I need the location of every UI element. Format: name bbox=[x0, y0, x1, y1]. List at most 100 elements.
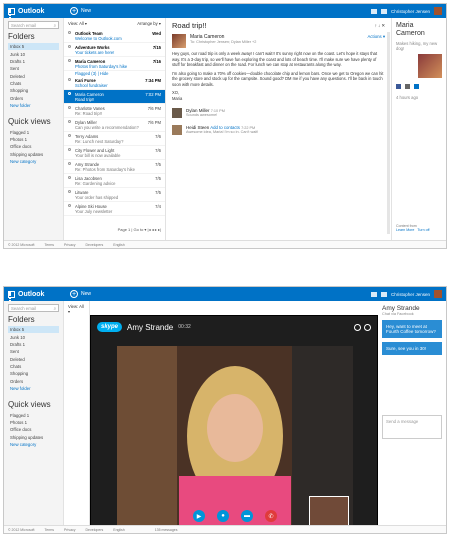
select-radio[interactable] bbox=[68, 106, 71, 109]
user-name[interactable]: Christopher Jensen bbox=[391, 9, 430, 14]
learn-more-link[interactable]: Learn More bbox=[396, 228, 414, 232]
list-item[interactable]: Maria Cameron 7/16 Photos from Saturday's … bbox=[64, 57, 165, 71]
list-item[interactable]: Lisa Jacobsen 7/5 Re: Gardening advice bbox=[64, 174, 165, 188]
folder-drafts[interactable]: Drafts 1 bbox=[8, 341, 59, 348]
new-button[interactable]: + New bbox=[70, 290, 91, 298]
like-icon[interactable] bbox=[405, 84, 410, 90]
quick-flagged[interactable]: Flagged 1 bbox=[8, 128, 59, 135]
messaging-icon[interactable] bbox=[370, 291, 377, 297]
end-call-icon[interactable]: ✆ bbox=[265, 510, 277, 522]
folder-orders[interactable]: Orders bbox=[8, 378, 59, 385]
user-name[interactable]: Christopher Jensen bbox=[391, 292, 430, 297]
select-radio[interactable] bbox=[68, 162, 71, 165]
mic-icon[interactable]: ● bbox=[217, 510, 229, 522]
list-item[interactable]: Adventure Works 7/15 Your tickets are here… bbox=[64, 43, 165, 57]
folder-junk[interactable]: Junk 10 bbox=[8, 333, 59, 340]
select-radio[interactable] bbox=[68, 59, 71, 62]
quick-flagged[interactable]: Flagged 1 bbox=[8, 411, 59, 418]
quick-office-docs[interactable]: Office docs bbox=[8, 143, 59, 150]
outlook-logo[interactable]: Outlook bbox=[4, 290, 64, 302]
list-item[interactable]: Terry Adams 7/6 Re: Lunch next Saturday? bbox=[64, 132, 165, 146]
folder-sent[interactable]: Sent bbox=[8, 65, 59, 72]
contact-photo[interactable] bbox=[418, 54, 442, 79]
folder-drafts[interactable]: Drafts 1 bbox=[8, 58, 59, 65]
search-icon[interactable]: ⌕ bbox=[54, 306, 56, 311]
quick-photos[interactable]: Photos 1 bbox=[8, 136, 59, 143]
reading-scrollbar[interactable] bbox=[387, 32, 390, 234]
new-category-link[interactable]: New category bbox=[8, 441, 59, 448]
select-radio[interactable] bbox=[68, 134, 71, 137]
chat-contact-name[interactable]: Amy Strande bbox=[382, 305, 442, 312]
list-item[interactable]: Charlotte Vanes 7/6 PM Re: Road trip!! bbox=[64, 104, 165, 118]
new-folder-link[interactable]: New folder bbox=[8, 102, 59, 109]
select-radio[interactable] bbox=[68, 45, 71, 48]
quick-shipping[interactable]: Shipping updates bbox=[8, 151, 59, 158]
folder-orders[interactable]: Orders bbox=[8, 95, 59, 102]
reply-avatar[interactable] bbox=[172, 108, 182, 119]
quick-shipping[interactable]: Shipping updates bbox=[8, 434, 59, 441]
new-category-link[interactable]: New category bbox=[8, 158, 59, 165]
quick-photos[interactable]: Photos 1 bbox=[8, 419, 59, 426]
folder-shopping[interactable]: Shopping bbox=[8, 370, 59, 377]
video-toggle-icon[interactable]: ▶ bbox=[193, 510, 205, 522]
select-radio[interactable] bbox=[68, 78, 71, 81]
folder-shopping[interactable]: Shopping bbox=[8, 87, 59, 94]
folder-inbox[interactable]: Inbox 5 bbox=[8, 326, 59, 334]
recipients[interactable]: To: Christopher Jensen; Dylan Miller +2 bbox=[190, 40, 256, 44]
folder-sent[interactable]: Sent bbox=[8, 348, 59, 355]
pager[interactable]: Page 1 | Go to ▾ |◂ ◂ ▸ ▸| bbox=[118, 227, 161, 232]
chat-bubble-icon[interactable]: ▬ bbox=[241, 510, 253, 522]
new-folder-link[interactable]: New folder bbox=[8, 385, 59, 392]
select-radio[interactable] bbox=[68, 204, 71, 207]
list-item[interactable]: Alpine Ski House 7/4 Your July newsletter bbox=[64, 202, 165, 216]
folder-chats[interactable]: Chats bbox=[8, 80, 59, 87]
quick-office-docs[interactable]: Office docs bbox=[8, 426, 59, 433]
turn-off-link[interactable]: Turn off bbox=[417, 228, 429, 232]
skype-call-window[interactable]: skype Amy Strande 00:32 ▶ ● ▬ ✆ bbox=[90, 315, 378, 533]
folder-junk[interactable]: Junk 10 bbox=[8, 50, 59, 57]
select-radio[interactable] bbox=[68, 148, 71, 151]
list-item[interactable]: City Flower and Light 7/6 Your bill is now… bbox=[64, 146, 165, 160]
list-item[interactable]: Amy Strande 7/5 Re: Photos from Saturday's… bbox=[64, 160, 165, 174]
select-radio[interactable] bbox=[68, 120, 71, 123]
search-icon[interactable]: ⌕ bbox=[54, 23, 56, 28]
user-avatar[interactable] bbox=[434, 7, 442, 15]
messaging-icon[interactable] bbox=[370, 8, 377, 14]
select-radio[interactable] bbox=[68, 31, 71, 34]
list-item[interactable]: Dylan Miller 7/6 PM Can you write a recomm… bbox=[64, 118, 165, 132]
popout-icon[interactable] bbox=[364, 323, 371, 331]
app-grid-icon[interactable] bbox=[8, 290, 15, 302]
chat-message-input[interactable]: Send a message bbox=[382, 415, 442, 440]
sender-avatar[interactable] bbox=[172, 34, 186, 48]
folder-inbox[interactable]: Inbox 5 bbox=[8, 43, 59, 51]
list-item[interactable]: Litware 7/5 Your order has shipped bbox=[64, 188, 165, 202]
contact-name[interactable]: Maria Cameron bbox=[396, 22, 442, 37]
nav-arrows-icon[interactable]: ↑ ↓ ✕ bbox=[375, 23, 385, 29]
view-filter[interactable]: View: All ▾ bbox=[64, 301, 89, 317]
user-avatar[interactable] bbox=[434, 290, 442, 298]
folder-deleted[interactable]: Deleted bbox=[8, 73, 59, 80]
select-radio[interactable] bbox=[68, 176, 71, 179]
select-radio[interactable] bbox=[68, 92, 71, 95]
settings-icon[interactable] bbox=[380, 291, 387, 297]
list-item-selected[interactable]: Maria Cameron 7:02 PM Road trip!! bbox=[64, 90, 165, 104]
folder-chats[interactable]: Chats bbox=[8, 363, 59, 370]
view-filter[interactable]: View: All ▾ bbox=[68, 21, 87, 26]
settings-icon[interactable] bbox=[380, 8, 387, 14]
reply-item[interactable]: Dylan Miller 7:10 PM Sounds awesome! bbox=[172, 108, 385, 119]
folder-deleted[interactable]: Deleted bbox=[8, 356, 59, 363]
reply-item[interactable]: Heidi Steen Add to contacts 7:22 PM Awes… bbox=[172, 125, 385, 136]
new-button[interactable]: + New bbox=[70, 7, 91, 15]
list-item[interactable]: Outlook Team Wed Welcome to Outlook.com bbox=[64, 29, 165, 43]
reply-avatar[interactable] bbox=[172, 125, 182, 136]
message-icon[interactable] bbox=[414, 84, 419, 90]
app-grid-icon[interactable] bbox=[8, 7, 15, 19]
actions-menu[interactable]: Actions ▾ bbox=[368, 34, 385, 48]
select-radio[interactable] bbox=[68, 190, 71, 193]
search-input[interactable]: Search email ⌕ bbox=[8, 21, 59, 29]
minimize-icon[interactable] bbox=[354, 323, 361, 331]
facebook-icon[interactable] bbox=[396, 84, 401, 90]
arrange-by[interactable]: Arrange by ▾ bbox=[137, 21, 161, 26]
list-item[interactable]: Kari Furse 7:34 PM School fundraiser bbox=[64, 76, 165, 90]
search-input[interactable]: Search email ⌕ bbox=[8, 304, 59, 312]
